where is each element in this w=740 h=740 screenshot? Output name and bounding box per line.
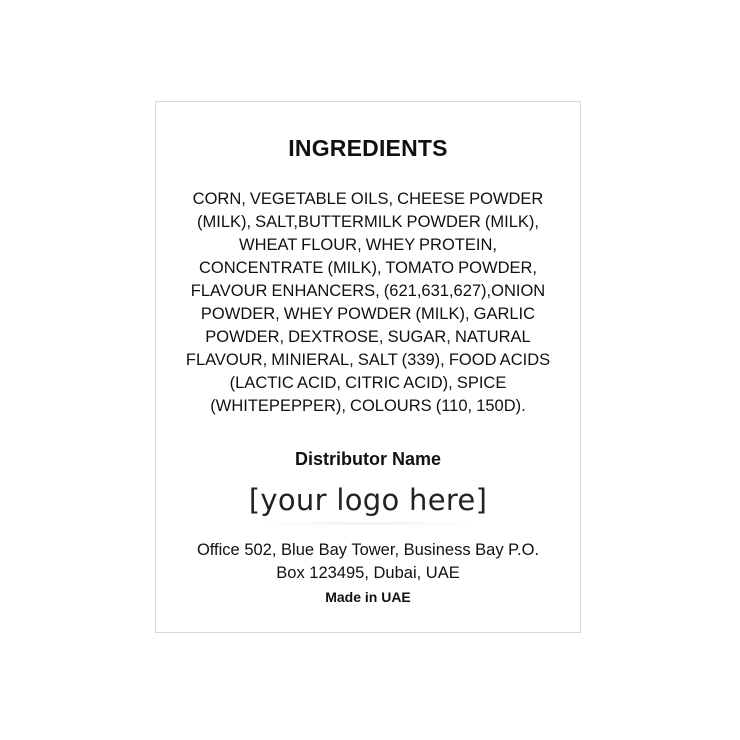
- ingredients-line: CORN, VEGETABLE OILS, CHEESE POWDER: [192, 190, 544, 208]
- ingredients-line: POWDER, WHEY POWDER (MILK), GARLIC: [200, 305, 536, 323]
- logo-underline-decoration: [256, 522, 480, 525]
- ingredients-line: (WHITEPEPPER), COLOURS (110, 150D).: [210, 397, 526, 415]
- distributor-address: Office 502, Blue Bay Tower, Business Bay…: [176, 539, 560, 585]
- product-label-card: INGREDIENTS CORN, VEGETABLE OILS, CHEESE…: [155, 101, 581, 633]
- country-of-origin: Made in UAE: [325, 589, 411, 605]
- distributor-name: Distributor Name: [294, 449, 442, 469]
- ingredients-line: WHEAT FLOUR, WHEY PROTEIN,: [239, 236, 497, 254]
- ingredients-line: CONCENTRATE (MILK), TOMATO POWDER,: [199, 259, 537, 277]
- ingredients-line: POWDER, DEXTROSE, SUGAR, NATURAL: [205, 328, 531, 346]
- address-line: Office 502, Blue Bay Tower, Business Bay…: [196, 541, 540, 559]
- ingredients-line: FLAVOUR, MINIERAL, SALT (339), FOOD ACID…: [185, 351, 551, 369]
- ingredients-line: FLAVOUR ENHANCERS, (621,631,627),ONION: [190, 282, 546, 300]
- ingredients-list: CORN, VEGETABLE OILS, CHEESE POWDER (MIL…: [180, 188, 556, 418]
- address-line: Box 123495, Dubai, UAE: [276, 564, 460, 582]
- ingredients-line: (LACTIC ACID, CITRIC ACID), SPICE: [229, 374, 507, 392]
- logo-placeholder: [your logo here]: [248, 483, 488, 517]
- ingredients-line: (MILK), SALT,BUTTERMILK POWDER (MILK),: [197, 213, 539, 231]
- ingredients-heading: INGREDIENTS: [288, 135, 448, 161]
